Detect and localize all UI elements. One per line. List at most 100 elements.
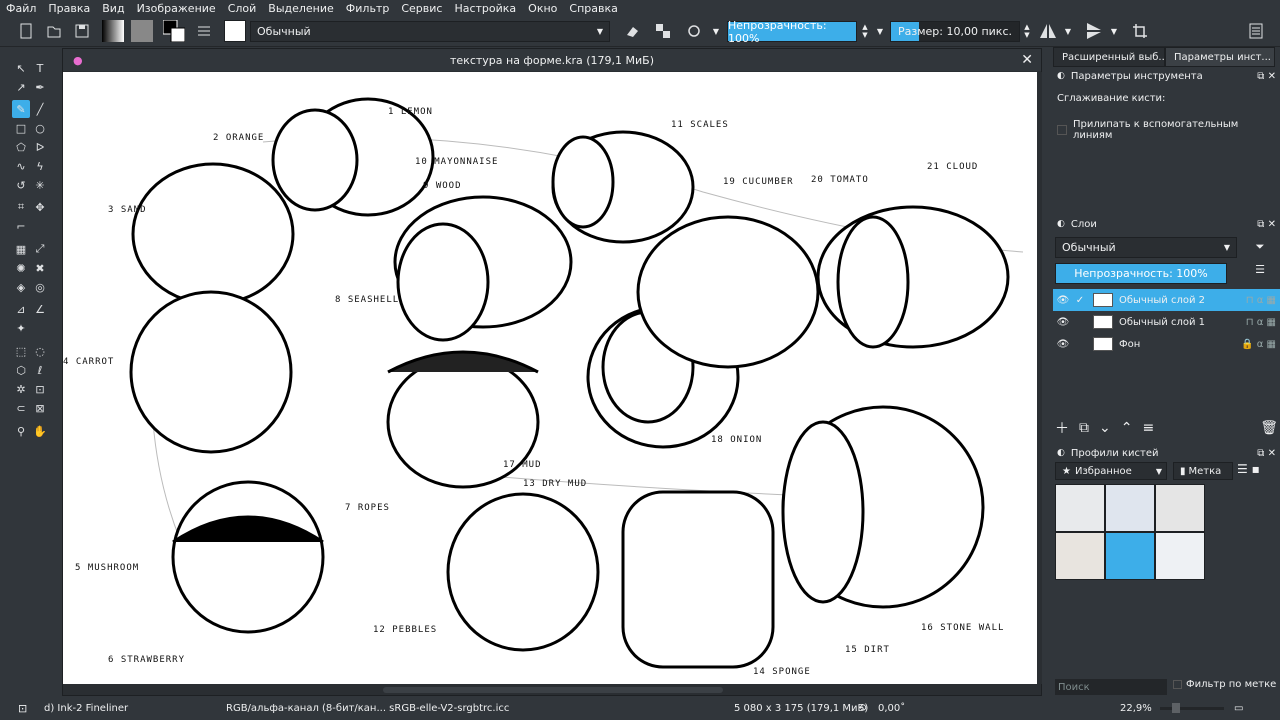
freehand-path-icon[interactable]: ϟ [31, 157, 49, 175]
menu-item[interactable]: Изображение [137, 2, 216, 15]
menu-item[interactable]: Слой [228, 2, 257, 15]
magnetic-select-icon[interactable]: ⊠ [31, 399, 49, 417]
duplicate-layer-icon[interactable]: ⧉ [1079, 420, 1089, 436]
brush-preset-pencil[interactable] [1055, 532, 1105, 580]
move-down-icon[interactable]: ⌄ [1099, 420, 1111, 436]
brush-preset-blender[interactable] [1155, 532, 1205, 580]
assistant-tool-icon[interactable]: ⊿ [12, 300, 30, 318]
text-tool-icon[interactable]: T [31, 59, 49, 77]
mirror-horizontal-icon[interactable] [1036, 20, 1060, 42]
crop-tool-icon[interactable]: ⌗ [12, 198, 30, 216]
brush-preset-marker[interactable] [1105, 484, 1155, 532]
lock-icon[interactable]: ◐ [1057, 448, 1065, 458]
size-stepper[interactable]: ▲ ▼ [1022, 20, 1032, 42]
float-close-icons[interactable]: ⧉ ✕ [1257, 71, 1276, 82]
visibility-eye-icon[interactable]: 👁 [1053, 339, 1073, 350]
mirror-vertical-icon[interactable] [1082, 20, 1106, 42]
ellipse-select-icon[interactable]: ◌ [31, 342, 49, 360]
eraser-mode-icon[interactable] [620, 20, 644, 42]
select-shapes-icon[interactable]: ↖ [12, 59, 30, 77]
brush-preset-icon[interactable] [222, 20, 248, 42]
lock-icon[interactable]: ◐ [1057, 219, 1065, 229]
chevron-down-icon[interactable]: ▼ [1062, 20, 1074, 42]
menu-item[interactable]: Окно [528, 2, 557, 15]
alpha-lock-icon[interactable] [651, 20, 675, 42]
measure-tool-icon[interactable]: ∠ [31, 300, 49, 318]
drawing-canvas[interactable]: 1 LEMON 2 ORANGE 3 SAND 4 CARROT 5 MUSHR… [63, 72, 1037, 684]
edit-shapes-icon[interactable]: ↗ [12, 78, 30, 96]
line-tool-icon[interactable]: ╱ [31, 100, 49, 118]
brush-tag-combo[interactable]: ▮ Метка [1173, 462, 1233, 480]
layer-row[interactable]: 👁 Обычный слой 1 ⊓ α ▦ [1053, 311, 1280, 333]
multibrush-icon[interactable]: ✳ [31, 176, 49, 194]
magic-wand-icon[interactable]: ✲ [12, 380, 30, 398]
layer-select-checkbox[interactable]: ✓ [1073, 295, 1087, 306]
zoom-tool-icon[interactable]: ⚲ [12, 422, 30, 440]
snap-checkbox[interactable] [1057, 125, 1067, 135]
save-document-icon[interactable] [70, 20, 94, 42]
layer-blend-combo[interactable]: Обычный ▼ [1055, 237, 1237, 258]
layer-opacity-slider[interactable]: Непрозрачность: 100% [1055, 263, 1227, 284]
transform-tool-icon[interactable]: ⌐ [12, 217, 30, 235]
rotate-icon[interactable]: ⟲ [858, 703, 866, 714]
ellipse-tool-icon[interactable]: ○ [31, 119, 49, 137]
close-document-icon[interactable]: ✕ [1021, 52, 1033, 68]
colorize-mask-icon[interactable]: ✺ [12, 259, 30, 277]
layer-lock-alpha-icons[interactable]: 🔒 α ▦ [1241, 339, 1276, 350]
brush-filter-combo[interactable]: ★ Избранное ▼ [1055, 462, 1167, 480]
filter-icon[interactable]: ⏷ [1245, 237, 1275, 257]
zoom-slider-handle[interactable] [1172, 703, 1180, 713]
filter-by-tag-row[interactable]: Фильтр по метке [1173, 679, 1276, 690]
menu-item[interactable]: Настройка [454, 2, 516, 15]
open-document-icon[interactable] [42, 20, 66, 42]
menu-item[interactable]: Вид [102, 2, 124, 15]
menu-item[interactable]: Сервис [401, 2, 442, 15]
new-document-icon[interactable] [14, 20, 38, 42]
menu-item[interactable]: Файл [6, 2, 36, 15]
menu-item[interactable]: Фильтр [346, 2, 390, 15]
calligraphy-icon[interactable]: ✒ [31, 78, 49, 96]
wrap-around-icon[interactable] [1128, 20, 1152, 42]
menu-item[interactable]: Правка [48, 2, 90, 15]
blend-mode-combo[interactable]: Обычный ▼ [250, 21, 610, 42]
layer-properties-icon[interactable]: ≡ [1142, 420, 1154, 436]
menu-item[interactable]: Выделение [268, 2, 334, 15]
color-picker-icon[interactable]: ⤢ [31, 240, 49, 258]
reload-preset-icon[interactable] [682, 20, 706, 42]
smart-patch-icon[interactable]: ✖ [31, 259, 49, 277]
scrollbar-thumb[interactable] [383, 687, 723, 693]
vertical-scrollbar[interactable] [1038, 72, 1042, 684]
polygon-tool-icon[interactable]: ⬠ [12, 138, 30, 156]
enclose-fill-icon[interactable]: ◎ [31, 278, 49, 296]
visibility-eye-icon[interactable]: 👁 [1053, 295, 1073, 306]
horizontal-scrollbar[interactable] [63, 685, 1037, 695]
gradient-selector-icon[interactable] [100, 20, 126, 42]
bezier-tool-icon[interactable]: ∿ [12, 157, 30, 175]
float-close-icons[interactable]: ⧉ ✕ [1257, 448, 1276, 459]
layer-lock-alpha-icons[interactable]: ⊓ α ▦ [1246, 317, 1276, 328]
color-swatch-icon[interactable] [161, 20, 187, 42]
menu-icon[interactable]: ☰ [1249, 263, 1271, 283]
float-close-icons[interactable]: ⧉ ✕ [1257, 219, 1276, 230]
move-tool-icon[interactable]: ✥ [31, 198, 49, 216]
bezier-select-icon[interactable]: ⊂ [12, 399, 30, 417]
brush-search-input[interactable]: Поиск [1055, 679, 1167, 695]
menu-item[interactable]: Справка [569, 2, 617, 15]
view-mode-icons[interactable]: ☰ ▪ [1237, 462, 1260, 476]
brush-preset-ink-pen[interactable] [1155, 484, 1205, 532]
fullscreen-icon[interactable]: ▭ [1234, 703, 1243, 714]
layer-lock-alpha-icons[interactable]: ⊓ α ▦ [1246, 295, 1276, 306]
tab-tool-options[interactable]: Параметры инст... [1165, 47, 1275, 67]
visibility-eye-icon[interactable]: 👁 [1053, 317, 1073, 328]
similar-select-icon[interactable]: ⊡ [31, 380, 49, 398]
pattern-selector-icon[interactable] [129, 20, 155, 42]
layer-row[interactable]: 👁 Фон 🔒 α ▦ [1053, 333, 1280, 355]
chevron-down-icon[interactable]: ▼ [1108, 20, 1120, 42]
polygon-select-icon[interactable]: ⬡ [12, 361, 30, 379]
opacity-slider[interactable]: Непрозрачность: 100% [727, 19, 857, 45]
gradient-tool-icon[interactable]: ▦ [12, 240, 30, 258]
lock-icon[interactable]: ◐ [1057, 71, 1065, 81]
chevron-down-icon[interactable]: ▼ [874, 20, 886, 42]
move-up-icon[interactable]: ⌃ [1121, 420, 1133, 436]
opacity-stepper[interactable]: ▲ ▼ [860, 20, 870, 42]
